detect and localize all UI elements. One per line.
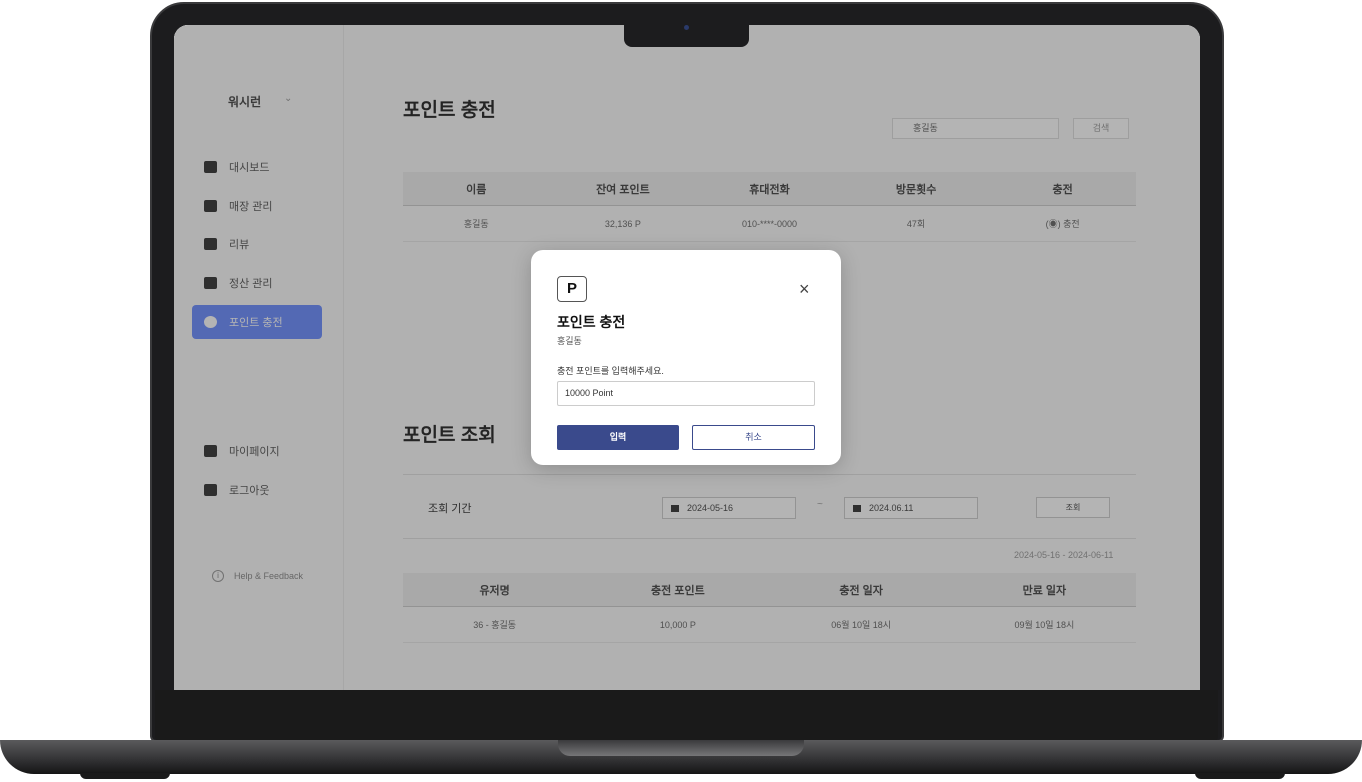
laptop-mockup: 워시런 ⌄ 대시보드 매장 관리 리뷰 정산 관리 포인트 충전 마이페이지 로… [0,0,1362,782]
laptop-foot [1195,773,1285,779]
laptop-foot [80,773,170,779]
cancel-button[interactable]: 취소 [692,425,815,450]
submit-button[interactable]: 입력 [557,425,679,450]
camera-icon [684,25,689,30]
charge-modal: P × 포인트 충전 홍길동 충전 포인트를 입력해주세요. 10000 Poi… [531,250,841,465]
close-icon[interactable]: × [799,280,810,298]
camera-notch [624,23,749,47]
point-input[interactable]: 10000 Point [557,381,815,406]
point-badge-icon: P [557,276,587,302]
point-input-label: 충전 포인트를 입력해주세요. [557,366,664,376]
modal-title: 포인트 충전 [557,314,626,330]
screen: 워시런 ⌄ 대시보드 매장 관리 리뷰 정산 관리 포인트 충전 마이페이지 로… [174,25,1200,690]
laptop-base-notch [558,740,804,756]
app: 워시런 ⌄ 대시보드 매장 관리 리뷰 정산 관리 포인트 충전 마이페이지 로… [174,25,1200,690]
modal-subtitle: 홍길동 [557,336,582,346]
laptop-chin [155,690,1218,742]
